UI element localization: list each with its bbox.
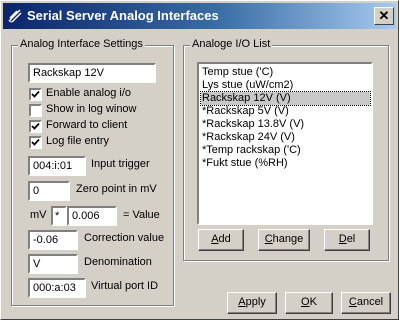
list-item-selected[interactable]: Rackskap 12V (V) (200, 91, 371, 106)
zero-point-label: Zero point in mV (76, 183, 157, 195)
list-item[interactable]: Lys stue (uW/cm2) (201, 79, 370, 92)
forward-to-client-label[interactable]: Forward to client (46, 119, 127, 131)
apply-button[interactable]: Apply (227, 292, 277, 314)
list-item[interactable]: *Temp rackskap ('C) (201, 144, 370, 157)
del-button-mnemonic: D (338, 233, 347, 245)
group-title-settings: Analog Interface Settings (18, 38, 145, 50)
change-button-mnemonic: C (264, 233, 273, 245)
apply-button-mnemonic: A (238, 296, 246, 308)
list-item[interactable]: *Rackskap 13.8V (V) (201, 118, 370, 131)
correction-value-input[interactable]: -0.06 (28, 230, 78, 250)
cancel-button-mnemonic: C (348, 296, 357, 308)
log-file-entry-checkbox[interactable] (29, 136, 42, 149)
cancel-button[interactable]: Cancel (341, 292, 391, 314)
add-button-label: dd (218, 233, 231, 245)
log-file-entry-label[interactable]: Log file entry (46, 135, 109, 147)
checkmark-icon (31, 90, 40, 98)
denomination-label: Denomination (84, 256, 152, 268)
list-item[interactable]: *Rackskap 24V (V) (201, 131, 370, 144)
cancel-button-label: ancel (356, 296, 384, 308)
group-title-io-list: Analoge I/O List (190, 38, 273, 50)
enable-analog-label[interactable]: Enable analog i/o (46, 87, 131, 99)
ok-button-label: K (309, 296, 317, 308)
io-listbox[interactable]: Temp stue ('C) Lys stue (uW/cm2) Rackska… (197, 62, 373, 225)
show-in-log-label[interactable]: Show in log winow (46, 103, 137, 115)
multiplier-input[interactable]: 0.006 (67, 206, 117, 226)
checkmark-icon (31, 122, 40, 130)
enable-analog-checkbox[interactable] (29, 88, 42, 101)
equals-value-label: = Value (123, 209, 160, 221)
ok-button-mnemonic: O (301, 296, 310, 308)
change-button-label: hange (272, 233, 304, 245)
correction-value-label: Correction value (84, 232, 165, 244)
close-icon: ✕ (378, 8, 390, 23)
list-item[interactable]: *Rackskap 5V (V) (201, 105, 370, 118)
denomination-input[interactable]: V (28, 254, 78, 274)
list-item[interactable]: Temp stue ('C) (201, 66, 370, 79)
show-in-log-checkbox[interactable] (29, 104, 42, 117)
ok-button[interactable]: OK (285, 292, 333, 314)
window-title: Serial Server Analog Interfaces (27, 8, 219, 23)
change-button[interactable]: Change (258, 229, 310, 251)
input-trigger-input[interactable]: 004:i:01 (28, 156, 86, 176)
del-button-label: el (346, 233, 356, 245)
input-trigger-label: Input trigger (91, 158, 150, 170)
list-item[interactable]: *Fukt stue (%RH) (201, 157, 370, 170)
title-bar[interactable]: Serial Server Analog Interfaces ✕ (3, 3, 396, 29)
virtual-port-label: Virtual port ID (91, 280, 159, 292)
add-button-mnemonic: A (211, 233, 219, 245)
mv-label: mV (30, 209, 47, 221)
virtual-port-input[interactable]: 000:a:03 (28, 278, 86, 298)
operator-input[interactable]: * (51, 206, 67, 226)
close-button[interactable]: ✕ (374, 7, 394, 25)
dialog-window: Serial Server Analog Interfaces ✕ Analog… (0, 0, 399, 320)
checkmark-icon (31, 138, 40, 146)
apply-button-label: pply (245, 296, 266, 308)
del-button[interactable]: Del (324, 229, 370, 251)
interface-name-input[interactable]: Rackskap 12V (28, 63, 156, 83)
add-button[interactable]: Add (198, 229, 244, 251)
forward-to-client-checkbox[interactable] (29, 120, 42, 133)
zero-point-input[interactable]: 0 (28, 181, 70, 201)
app-icon (7, 8, 23, 24)
